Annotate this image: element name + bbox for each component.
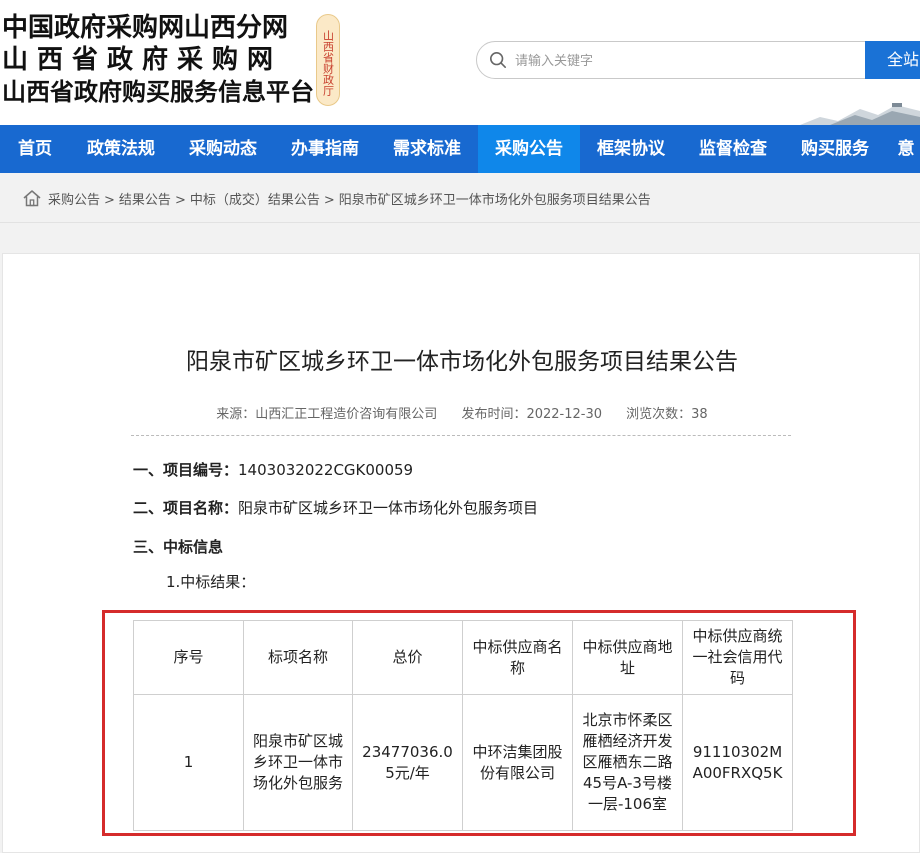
main-nav: 首页 政策法规 采购动态 办事指南 需求标准 采购公告 框架协议 监督检查 购买… (0, 125, 920, 173)
nav-item-supervision[interactable]: 监督检查 (682, 125, 784, 173)
nav-item-framework[interactable]: 框架协议 (580, 125, 682, 173)
cell-total-price: 23477036.05元/年 (352, 694, 463, 831)
search-icon (489, 51, 507, 69)
cell-credit-code: 91110302MA00FRXQ5K (682, 694, 793, 831)
nav-item-procurement-news[interactable]: 采购动态 (172, 125, 274, 173)
nav-item-standards[interactable]: 需求标准 (376, 125, 478, 173)
nav-item-purchase-services[interactable]: 购买服务 (784, 125, 886, 173)
breadcrumb-current: 阳泉市矿区城乡环卫一体市场化外包服务项目结果公告 (338, 193, 651, 208)
article-title: 阳泉市矿区城乡环卫一体市场化外包服务项目结果公告 (186, 349, 738, 375)
logo-line-2: 山西省政府采购网 (2, 45, 283, 75)
header-total-price: 总价 (352, 620, 463, 695)
logo-line-1: 中国政府采购网山西分网 (2, 13, 289, 43)
article-publish-time: 发布时间：2022-12-30 (461, 407, 603, 422)
breadcrumb: 采购公告 > 结果公告 > 中标（成交）结果公告 > 阳泉市矿区城乡环卫一体市场化外包服务项… (0, 173, 920, 223)
header-index: 序号 (133, 620, 244, 695)
project-number-label: 一、项目编号： (133, 461, 239, 479)
logo-line-3: 山西省政府购买服务信息平台 (2, 77, 314, 106)
article-card: 阳泉市矿区城乡环卫一体市场化外包服务项目结果公告 来源：山西汇正工程造价咨询有限… (2, 253, 920, 853)
breadcrumb-separator: > (104, 193, 115, 208)
search-box (476, 41, 868, 79)
table-header-row: 序号 标项名称 总价 中标供应商名称 中标供应商地址 中标供应商统一社会信用代码 (133, 620, 793, 695)
project-name-value: 阳泉市矿区城乡环卫一体市场化外包服务项目 (238, 499, 539, 517)
nav-item-announcements[interactable]: 采购公告 (478, 125, 580, 173)
nav-item-guide[interactable]: 办事指南 (274, 125, 376, 173)
home-icon[interactable] (22, 189, 42, 207)
nav-item-home[interactable]: 首页 (0, 125, 70, 173)
meta-divider (131, 435, 791, 436)
breadcrumb-separator: > (174, 193, 186, 208)
site-header: 中国政府采购网山西分网 山西省政府采购网 山西省政府购买服务信息平台 山西省财政… (0, 0, 920, 125)
winning-info-heading: 三、中标信息 (133, 538, 224, 556)
project-name-line: 二、项目名称：阳泉市矿区城乡环卫一体市场化外包服务项目 (133, 497, 538, 518)
table-row: 1 阳泉市矿区城乡环卫一体市场化外包服务 23477036.05元/年 中环洁集… (133, 694, 793, 831)
header-credit-code: 中标供应商统一社会信用代码 (682, 620, 793, 695)
finance-dept-seal: 山西省财政厅 (316, 14, 340, 106)
article-meta: 来源：山西汇正工程造价咨询有限公司 发布时间：2022-12-30 浏览次数：3… (3, 403, 920, 422)
breadcrumb-trail: 采购公告 > 结果公告 > 中标（成交）结果公告 > 阳泉市矿区城乡环卫一体市场化外包服务项… (48, 189, 651, 208)
header-supplier-name: 中标供应商名称 (462, 620, 573, 695)
cell-lot-name: 阳泉市矿区城乡环卫一体市场化外包服务 (243, 694, 353, 831)
nav-item-policy[interactable]: 政策法规 (70, 125, 172, 173)
award-result-label: 1.中标结果： (166, 573, 256, 591)
award-result-table: 序号 标项名称 总价 中标供应商名称 中标供应商地址 中标供应商统一社会信用代码… (133, 620, 793, 831)
site-logo[interactable]: 中国政府采购网山西分网 山西省政府采购网 山西省政府购买服务信息平台 (2, 12, 314, 108)
breadcrumb-link-announcements[interactable]: 采购公告 (48, 193, 100, 208)
header-lot-name: 标项名称 (243, 620, 353, 695)
project-name-label: 二、项目名称： (133, 499, 239, 517)
cell-index: 1 (133, 694, 244, 831)
site-search-button[interactable]: 全站 (865, 41, 920, 79)
search-input[interactable] (515, 50, 845, 70)
mountain-decoration (800, 103, 920, 125)
article-views: 浏览次数：38 (626, 407, 708, 422)
project-number-line: 一、项目编号：1403032022CGK00059 (133, 459, 413, 480)
breadcrumb-link-results[interactable]: 结果公告 (119, 193, 171, 208)
nav-item-more[interactable]: 意 (886, 125, 920, 173)
cell-supplier-name: 中环洁集团股份有限公司 (462, 694, 573, 831)
article-source: 来源：山西汇正工程造价咨询有限公司 (216, 407, 438, 422)
header-supplier-address: 中标供应商地址 (572, 620, 683, 695)
breadcrumb-link-award-results[interactable]: 中标（成交）结果公告 (190, 193, 320, 208)
breadcrumb-separator: > (323, 193, 335, 208)
project-number-value: 1403032022CGK00059 (238, 461, 414, 479)
cell-supplier-address: 北京市怀柔区雁栖经济开发区雁栖东二路45号A-3号楼一层-106室 (572, 694, 683, 831)
